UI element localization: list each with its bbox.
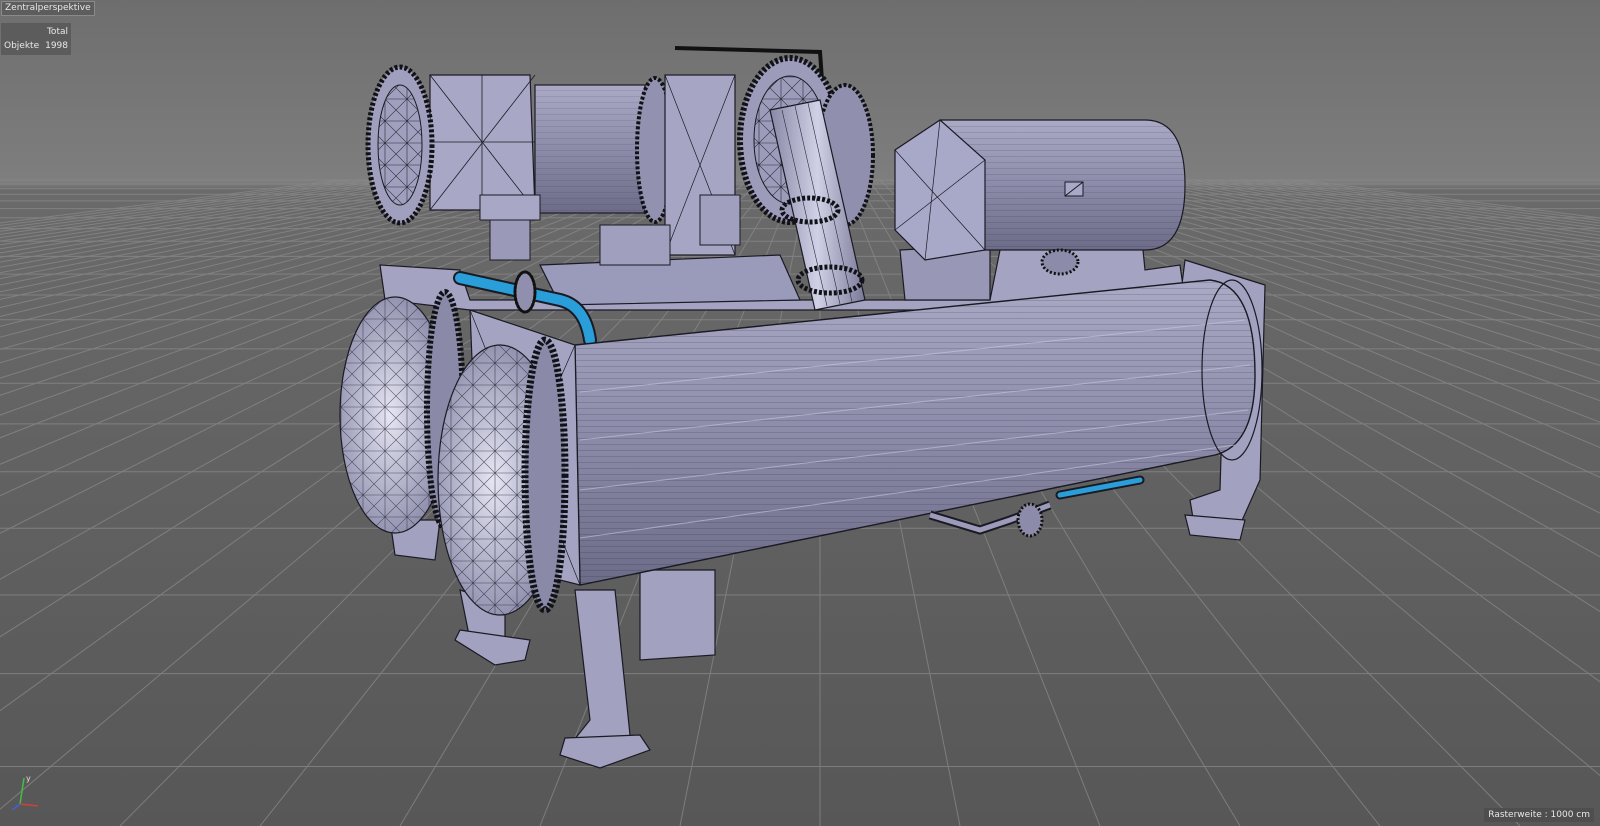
3d-viewport[interactable]: Zentralperspektive Total Objekte 1998 y … <box>0 0 1600 826</box>
axis-x-line <box>19 803 39 807</box>
axis-gizmo-icon: y <box>11 774 39 811</box>
grid-line <box>1299 179 1600 219</box>
stats-objects-row: Objekte 1998 <box>4 39 68 53</box>
grid-spacing-readout: Rasterweite : 1000 cm <box>1484 808 1594 822</box>
grid-line <box>1203 179 1600 243</box>
grid-line <box>0 179 413 242</box>
grid-line <box>1251 179 1600 230</box>
stats-objects-value: 1998 <box>45 41 68 51</box>
stats-objects-label: Objekte <box>4 41 40 51</box>
viewport-scene[interactable] <box>0 0 1600 826</box>
grid-line <box>1239 179 1600 233</box>
grid-line <box>1275 179 1600 224</box>
scene-stats-panel: Total Objekte 1998 <box>1 23 71 55</box>
grid-line <box>0 179 353 227</box>
axis-y-label: y <box>26 774 31 783</box>
axis-z-line <box>11 803 21 811</box>
grid-line <box>0 179 365 229</box>
grid-line <box>1263 179 1600 227</box>
stats-header: Total <box>46 27 68 37</box>
axis-y-line <box>19 777 25 805</box>
camera-mode-label[interactable]: Zentralperspektive <box>1 1 95 16</box>
grid-line <box>1215 179 1600 240</box>
chiller-model-icon[interactable] <box>339 46 1266 769</box>
